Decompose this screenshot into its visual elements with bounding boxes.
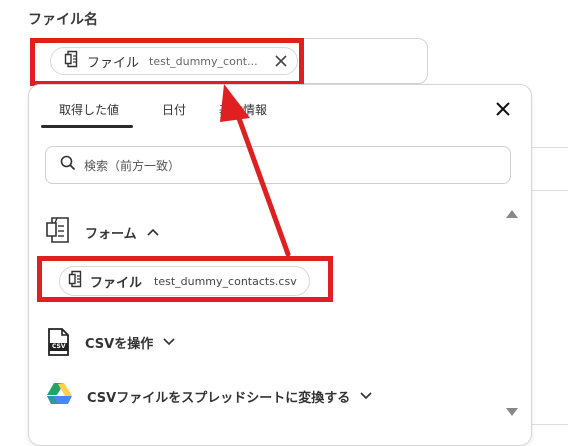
csv-badge-text: CSV xyxy=(52,343,66,350)
group-form[interactable]: フォーム xyxy=(45,216,159,248)
field-label: ファイル名 xyxy=(28,12,98,28)
active-tab-indicator xyxy=(41,125,133,128)
search-icon xyxy=(60,155,76,175)
group-csv-operation[interactable]: CSV CSVを操作 xyxy=(45,328,175,356)
search-placeholder: 検索（前方一致） xyxy=(84,158,181,173)
csv-file-icon: CSV xyxy=(45,328,71,356)
scroll-up-icon[interactable] xyxy=(505,209,519,219)
chevron-down-icon xyxy=(163,338,175,346)
highlight-box-field-chip xyxy=(30,38,304,86)
background-divider xyxy=(530,424,568,425)
tab-basic-info[interactable]: 基本情報 xyxy=(219,101,267,118)
group-csv-to-spreadsheet[interactable]: CSVファイルをスプレッドシートに変換する xyxy=(45,382,372,410)
form-icon xyxy=(45,216,71,248)
scroll-down-icon[interactable] xyxy=(505,407,519,417)
close-icon[interactable] xyxy=(494,100,512,118)
chevron-up-icon xyxy=(147,228,159,236)
group-form-label: フォーム xyxy=(85,226,137,242)
search-input[interactable]: 検索（前方一致） xyxy=(45,146,511,184)
tab-retrieved-values[interactable]: 取得した値 xyxy=(59,101,119,118)
highlight-box-list-item xyxy=(37,256,333,302)
background-divider xyxy=(530,190,568,191)
group-csv-spreadsheet-label: CSVファイルをスプレッドシートに変換する xyxy=(87,390,351,406)
background-divider xyxy=(530,147,568,148)
chevron-down-icon xyxy=(360,392,372,400)
google-drive-icon xyxy=(45,382,73,410)
group-csv-label: CSVを操作 xyxy=(85,336,154,352)
tab-date[interactable]: 日付 xyxy=(162,101,186,118)
